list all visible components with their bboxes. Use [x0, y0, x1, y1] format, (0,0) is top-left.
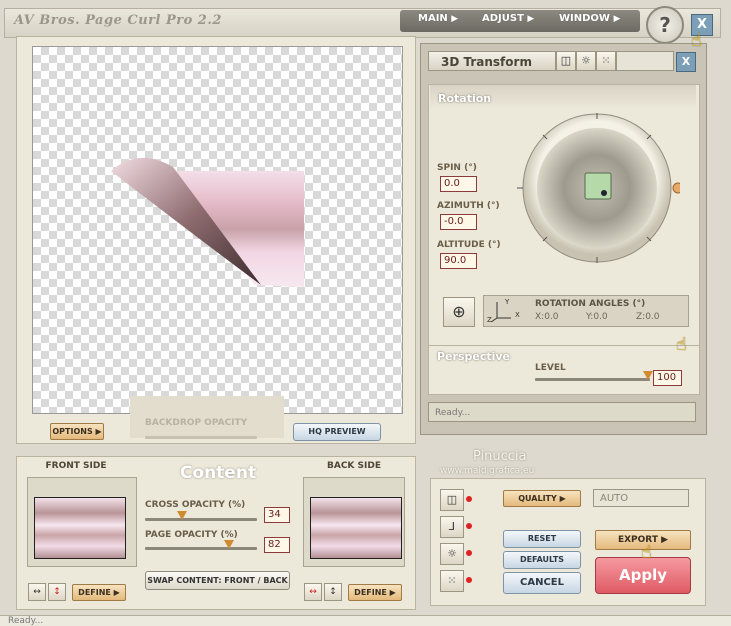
reset-rotation-icon[interactable]: ⊕ — [443, 297, 475, 327]
page-opacity-thumb[interactable] — [224, 540, 234, 549]
back-flip-horizontal-icon[interactable]: ↔ — [304, 583, 322, 601]
spin-field[interactable]: 0.0 — [440, 176, 477, 192]
content-title: Content — [179, 463, 257, 483]
menu-window[interactable]: WINDOW ▶ — [559, 13, 620, 24]
menu-adjust[interactable]: ADJUST ▶ — [482, 13, 534, 24]
transform-title-fill — [616, 51, 674, 71]
help-button[interactable]: ? — [646, 6, 684, 44]
level-slider[interactable] — [535, 378, 650, 381]
axis-x-label: X — [515, 311, 520, 319]
backdrop-opacity-label: BACKDROP OPACITY — [145, 418, 248, 428]
perspective-header: Perspective — [437, 350, 511, 363]
back-side-swatch[interactable] — [310, 497, 402, 559]
rotation-trackball[interactable] — [515, 111, 684, 266]
defaults-button[interactable]: DEFAULTS — [503, 551, 581, 569]
frame-tool-icon[interactable]: ◫ — [440, 489, 464, 511]
page-opacity-field[interactable]: 82 — [264, 537, 290, 553]
hand-pointer-icon: ☝ — [676, 334, 687, 355]
preview-canvas[interactable] — [32, 46, 403, 414]
swap-content-button[interactable]: SWAP CONTENT: FRONT / BACK — [145, 571, 290, 590]
options-button[interactable]: OPTIONS ▶ — [50, 423, 104, 440]
spin-label: SPIN (°) — [437, 163, 477, 173]
front-side-swatch[interactable] — [34, 497, 126, 559]
transform-close-button[interactable]: X — [676, 52, 696, 72]
page-opacity-slider[interactable] — [145, 547, 257, 550]
menu-main[interactable]: MAIN ▶ — [418, 13, 458, 24]
axis-z-label: Z — [487, 316, 492, 324]
light-tool-icon[interactable]: ☼ — [440, 543, 464, 565]
frame-tool-indicator — [466, 496, 472, 502]
angle-y-readout: Y:0.0 — [586, 312, 608, 322]
front-flip-vertical-icon[interactable]: ↕ — [48, 583, 66, 601]
axis-tool-icon[interactable]: ⅃ — [440, 516, 464, 538]
grid-tool-indicator — [466, 577, 472, 583]
transform-light-icon[interactable]: ☼ — [576, 51, 596, 71]
axis-y-label: Y — [505, 298, 510, 306]
light-tool-indicator — [466, 550, 472, 556]
quality-value[interactable]: AUTO — [593, 489, 689, 507]
hand-pointer-icon: ☝ — [641, 542, 652, 563]
backdrop-area — [130, 396, 284, 438]
app-title: AV Bros. Page Curl Pro 2.2 — [14, 13, 222, 28]
back-side-label: BACK SIDE — [327, 461, 381, 471]
angle-x-readout: X:0.0 — [535, 312, 559, 322]
reset-button[interactable]: RESET — [503, 530, 581, 548]
cross-opacity-thumb[interactable] — [177, 511, 187, 520]
define-front-button[interactable]: DEFINE ▶ — [72, 584, 126, 601]
altitude-label: ALTITUDE (°) — [437, 240, 501, 250]
front-flip-horizontal-icon[interactable]: ↔ — [28, 583, 46, 601]
front-side-label: FRONT SIDE — [45, 461, 107, 471]
watermark-url: www.maidigrafica.eu — [440, 466, 535, 476]
watermark-name: Pinuccia — [473, 449, 527, 464]
define-back-button[interactable]: DEFINE ▶ — [348, 584, 402, 601]
hand-pointer-icon: ☝ — [691, 30, 702, 51]
cancel-button[interactable]: CANCEL — [503, 572, 581, 594]
axis-tool-indicator — [466, 523, 472, 529]
grid-tool-icon[interactable]: ⁙ — [440, 570, 464, 592]
level-label: LEVEL — [535, 363, 566, 373]
azimuth-label: AZIMUTH (°) — [437, 201, 500, 211]
cross-opacity-field[interactable]: 34 — [264, 507, 290, 523]
transform-frame-icon[interactable]: ◫ — [556, 51, 576, 71]
azimuth-field[interactable]: -0.0 — [440, 214, 477, 230]
backdrop-opacity-slider[interactable] — [145, 436, 257, 439]
page-curl-preview — [111, 157, 304, 287]
back-flip-vertical-icon[interactable]: ↕ — [324, 583, 342, 601]
rotation-angles-title: ROTATION ANGLES (°) — [535, 299, 646, 309]
altitude-field[interactable]: 90.0 — [440, 253, 477, 269]
transform-status: Ready... — [428, 402, 696, 422]
status-bar: Ready... — [0, 615, 731, 626]
quality-button[interactable]: QUALITY ▶ — [503, 490, 581, 507]
level-field[interactable]: 100 — [653, 370, 682, 386]
rotation-header: Rotation — [438, 92, 492, 105]
angle-z-readout: Z:0.0 — [636, 312, 660, 322]
hq-preview-button[interactable]: HQ PREVIEW — [293, 423, 381, 441]
cross-opacity-slider[interactable] — [145, 518, 257, 521]
transform-grid-icon[interactable]: ⁙ — [596, 51, 616, 71]
page-opacity-label: PAGE OPACITY (%) — [145, 530, 238, 540]
level-slider-thumb[interactable] — [643, 371, 653, 380]
cross-opacity-label: CROSS OPACITY (%) — [145, 500, 246, 510]
transform-title: 3D Transform — [428, 51, 556, 71]
